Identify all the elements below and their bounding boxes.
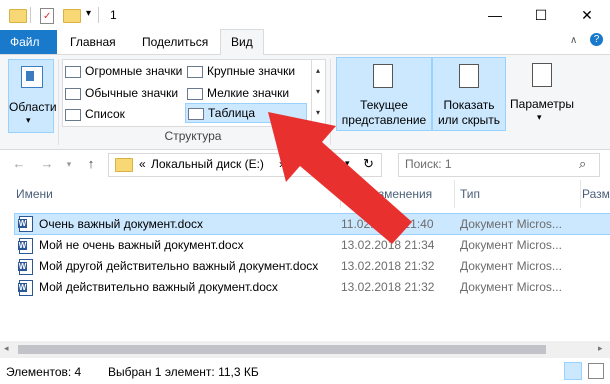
red-arrow-icon xyxy=(268,112,412,244)
